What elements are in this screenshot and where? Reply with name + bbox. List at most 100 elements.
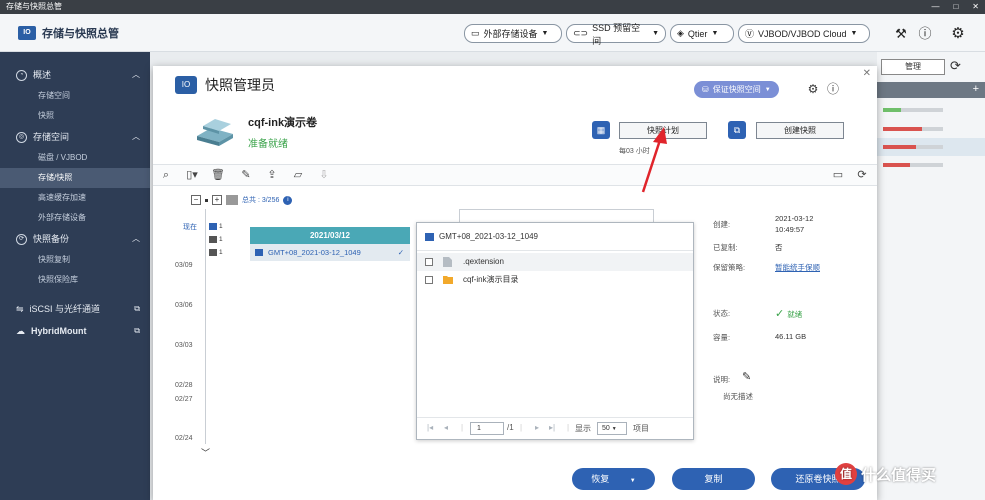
refresh-icon[interactable]: ⟳ bbox=[855, 168, 869, 182]
timeline-mark[interactable]: 1 bbox=[209, 223, 223, 230]
trash-icon[interactable]: 🗑 bbox=[211, 168, 225, 182]
file-row[interactable]: .qextension bbox=[417, 253, 693, 271]
window-icon[interactable]: ▭ bbox=[831, 168, 845, 182]
snapshot-toolbar: ⌕ ▯▾ 🗑 ✎ ⇪ ▱ ⇩ ▭ ⟳ bbox=[153, 164, 877, 186]
row-checkbox[interactable] bbox=[425, 258, 433, 266]
os-title: 存储与快照总管 bbox=[6, 2, 62, 11]
sidebar-group-label: 概述 bbox=[33, 70, 52, 80]
page-total: /1 bbox=[507, 423, 514, 432]
folder-icon[interactable]: ▱ bbox=[291, 168, 305, 182]
replicated-value: 否 bbox=[775, 243, 783, 252]
protect-snapshot-space-dropdown[interactable]: ⛁ 保证快照空间 ▼ bbox=[694, 81, 779, 98]
sidebar: ◔ 概述 ︿ 存储空间 快照 ◎ 存储空间 ︿ 磁盘 / VJBOD 存储/快照… bbox=[0, 52, 150, 500]
edit-icon[interactable]: ✎ bbox=[742, 370, 751, 383]
file-browser-title: GMT+08_2021-03-12_1049 bbox=[425, 232, 538, 241]
sidebar-item-vault[interactable]: 快照保险库 bbox=[0, 270, 150, 290]
sidebar-group-iscsi[interactable]: ⇋ iSCSI 与光纤通道 ⧉ bbox=[0, 298, 150, 320]
restore-button[interactable]: 恢复 ▼ bbox=[572, 468, 655, 490]
sidebar-group-snapshot-backup[interactable]: ⟳ 快照备份 ︿ bbox=[0, 228, 150, 250]
close-window-button[interactable]: ✕ bbox=[972, 0, 979, 14]
collapse-icon[interactable]: − bbox=[191, 195, 201, 205]
timeline-mark[interactable]: 1 bbox=[209, 249, 223, 256]
retention-link[interactable]: 暂能统手保顺 bbox=[775, 262, 820, 273]
file-row[interactable]: cqf-ink演示目录 bbox=[417, 271, 693, 289]
calendar-icon[interactable] bbox=[226, 195, 238, 205]
view-toggle-icon[interactable]: ▯▾ bbox=[181, 168, 203, 182]
volume-status: 准备就绪 bbox=[248, 139, 288, 150]
external-storage-dropdown[interactable]: ▭ 外部存储设备 ▼ bbox=[464, 24, 562, 43]
sidebar-group-label: 快照备份 bbox=[33, 234, 70, 244]
snapshot-list-item[interactable]: GMT+08_2021-03-12_1049 ✓ bbox=[250, 244, 410, 261]
external-storage-icon: ▭ bbox=[471, 28, 480, 38]
row-checkbox[interactable] bbox=[425, 276, 433, 284]
chevron-down-icon[interactable]: ﹀ bbox=[201, 446, 210, 459]
prev-page-icon[interactable]: ◂ bbox=[444, 423, 448, 432]
watermark-badge: 值 bbox=[835, 463, 857, 485]
timeline-mark[interactable]: 1 bbox=[209, 236, 223, 243]
first-page-icon[interactable]: |◂ bbox=[427, 423, 433, 432]
settings-gear-icon[interactable]: ⚙ bbox=[950, 26, 966, 42]
edit-icon[interactable]: ✎ bbox=[239, 168, 253, 182]
expand-icon[interactable]: + bbox=[212, 195, 222, 205]
watermark: 值 什么值得买 bbox=[835, 463, 936, 485]
display-label: 显示 bbox=[575, 424, 591, 433]
manage-button[interactable]: 管理 bbox=[881, 59, 945, 75]
snapshot-group-date: 2021/03/12 bbox=[250, 227, 410, 244]
refresh-icon[interactable]: ⟳ bbox=[950, 58, 961, 74]
maximize-button[interactable]: □ bbox=[953, 0, 958, 14]
mark-count: 1 bbox=[219, 223, 223, 230]
description-value: 尚无描述 bbox=[723, 392, 753, 401]
mark-count: 1 bbox=[219, 236, 223, 243]
status-value: ✓ 就绪 bbox=[775, 307, 802, 320]
settings-gear-icon[interactable]: ⚙ bbox=[806, 82, 820, 96]
protect-label: 保证快照空间 bbox=[712, 85, 761, 94]
cloud-icon: ☁ bbox=[16, 326, 25, 336]
page-size-select[interactable]: 50 ▼ bbox=[597, 422, 627, 435]
share-icon[interactable]: ⇪ bbox=[265, 168, 279, 182]
ssd-reserve-dropdown[interactable]: ⊂⊃ SSD 预留空间 ▼ bbox=[566, 23, 666, 46]
plus-icon[interactable]: + bbox=[973, 83, 979, 95]
qtier-dropdown[interactable]: ◈ Qtier ▼ bbox=[670, 24, 734, 43]
snapshot-name: GMT+08_2021-03-12_1049 bbox=[268, 248, 361, 257]
sidebar-group-overview[interactable]: ◔ 概述 ︿ bbox=[0, 64, 150, 86]
schedule-icon[interactable]: ▦ bbox=[592, 121, 610, 139]
app-header: IO 存储与快照总管 ▭ 外部存储设备 ▼ ⊂⊃ SSD 预留空间 ▼ ◈ Qt… bbox=[0, 14, 985, 52]
snapshot-manager-icon: IO bbox=[175, 76, 197, 94]
snapshot-file-browser: GMT+08_2021-03-12_1049 .qextension cqf-i… bbox=[416, 222, 694, 440]
tools-icon[interactable]: ⚒ bbox=[893, 26, 909, 42]
download-icon[interactable]: ⇩ bbox=[317, 168, 331, 182]
copy-button[interactable]: 复制 bbox=[672, 468, 755, 490]
timeline-date: 03/03 bbox=[175, 342, 193, 349]
chevron-down-icon: ▼ bbox=[850, 30, 858, 37]
retention-label: 保留策略: bbox=[713, 263, 746, 272]
sidebar-item-storage-space[interactable]: 存储空间 bbox=[0, 86, 150, 106]
sidebar-item-storage-snapshot[interactable]: 存储/快照 bbox=[0, 168, 150, 188]
sidebar-item-cache[interactable]: 高速缓存加速 bbox=[0, 188, 150, 208]
sidebar-item-replica[interactable]: 快照复制 bbox=[0, 250, 150, 270]
create-snapshot-button[interactable]: 创建快照 bbox=[756, 122, 844, 139]
search-icon[interactable]: ⌕ bbox=[159, 168, 173, 182]
page-number-input[interactable]: 1 bbox=[470, 422, 504, 435]
last-page-icon[interactable]: ▸| bbox=[549, 423, 555, 432]
sidebar-item-disks[interactable]: 磁盘 / VJBOD bbox=[0, 148, 150, 168]
app-title-text: 存储与快照总管 bbox=[42, 28, 119, 40]
sidebar-item-snapshot[interactable]: 快照 bbox=[0, 106, 150, 126]
sidebar-item-external[interactable]: 外部存储设备 bbox=[0, 208, 150, 228]
qtier-icon: ◈ bbox=[677, 28, 684, 38]
next-page-icon[interactable]: ▸ bbox=[535, 423, 539, 432]
help-icon[interactable]: ⓘ bbox=[826, 82, 840, 96]
minimize-button[interactable]: — bbox=[931, 0, 939, 14]
timeline-now-label: 现在 bbox=[183, 224, 197, 231]
create-snapshot-icon[interactable]: ⧉ bbox=[728, 121, 746, 139]
close-icon[interactable]: ✕ bbox=[863, 68, 871, 79]
info-icon[interactable]: i bbox=[283, 195, 293, 205]
sidebar-group-storage[interactable]: ◎ 存储空间 ︿ bbox=[0, 126, 150, 148]
vjbod-dropdown[interactable]: Ⓥ VJBOD/VJBOD Cloud ▼ bbox=[738, 24, 870, 43]
storage-app-icon: IO bbox=[18, 26, 36, 40]
sidebar-group-hybridmount[interactable]: ☁ HybridMount ⧉ bbox=[0, 320, 150, 342]
snapshot-schedule-button[interactable]: 快照计划 bbox=[619, 122, 707, 139]
help-icon[interactable]: ⓘ bbox=[917, 26, 933, 42]
external-link-icon: ⧉ bbox=[134, 304, 140, 313]
status-label: 状态: bbox=[713, 309, 731, 318]
status-text: 就绪 bbox=[787, 310, 803, 319]
